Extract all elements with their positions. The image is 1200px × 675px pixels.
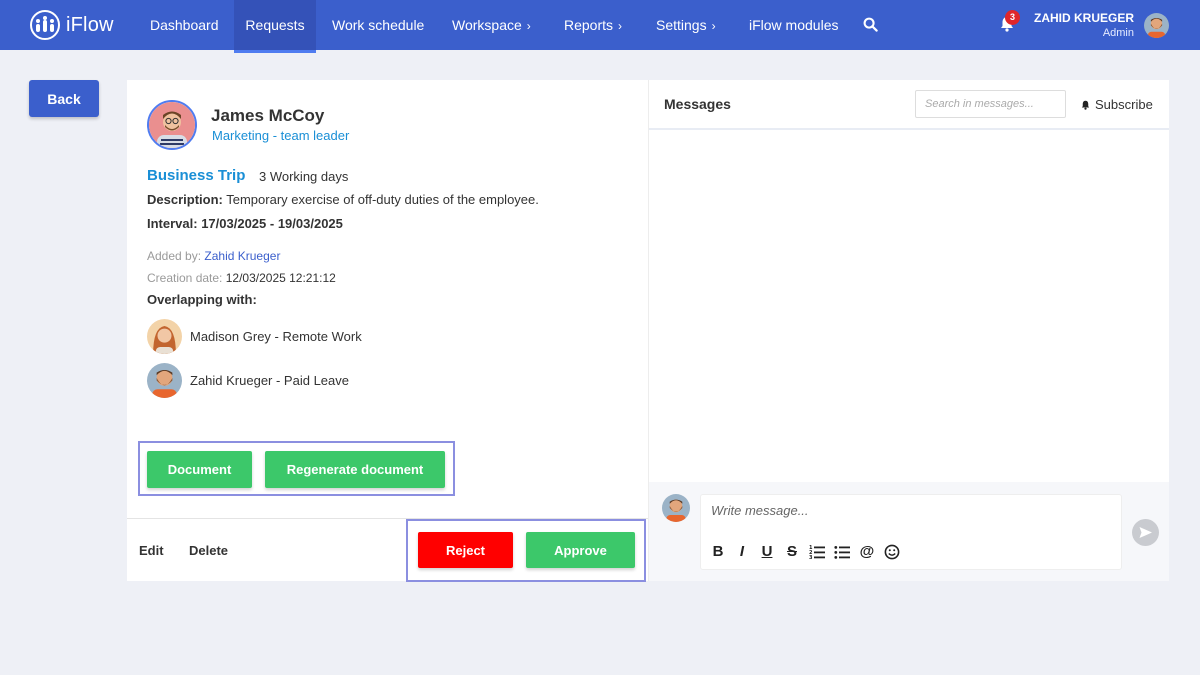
overlap-item: Madison Grey - Remote Work — [147, 318, 362, 354]
strikethrough-icon[interactable]: S — [784, 544, 800, 560]
subscribe-label: Subscribe — [1095, 97, 1153, 112]
overlap-text: Zahid Krueger - Paid Leave — [190, 372, 349, 388]
bullet-list-icon[interactable] — [834, 544, 850, 560]
bold-icon[interactable]: B — [710, 544, 726, 560]
mention-icon[interactable]: @ — [859, 544, 875, 560]
nav-iflow-modules[interactable]: iFlow modules — [749, 0, 838, 50]
messages-title: Messages — [664, 96, 731, 112]
chevron-right-icon: › — [526, 19, 531, 33]
underline-icon[interactable]: U — [759, 544, 775, 560]
nav-workspace[interactable]: Workspace › — [452, 0, 531, 50]
iflow-logo-icon — [30, 10, 60, 40]
interval-label: Interval: — [147, 216, 198, 231]
svg-text:3: 3 — [809, 555, 813, 560]
messages-header-divider — [649, 128, 1169, 130]
delete-link[interactable]: Delete — [189, 543, 228, 558]
employee-role: Marketing - team leader — [212, 128, 350, 143]
send-button[interactable] — [1132, 519, 1159, 546]
description-line: Description: Temporary exercise of off-d… — [147, 192, 539, 207]
nav-settings[interactable]: Settings › — [656, 0, 716, 50]
request-duration: 3 Working days — [259, 169, 349, 184]
overlap-label: Overlapping with: — [147, 292, 257, 307]
messages-panel: Messages Subscribe B I U S 1 — [648, 80, 1169, 581]
messages-search-input[interactable] — [915, 90, 1066, 118]
regenerate-document-button[interactable]: Regenerate document — [265, 451, 445, 488]
nav-requests[interactable]: Requests — [234, 0, 316, 53]
creation-date-value: 12/03/2025 12:21:12 — [225, 271, 336, 285]
nav-dashboard[interactable]: Dashboard — [150, 0, 219, 50]
chevron-right-icon: › — [618, 19, 623, 33]
added-by-line: Added by: Zahid Krueger — [147, 249, 280, 263]
app-name: iFlow — [66, 13, 114, 36]
request-details-card: James McCoy Marketing - team leader Busi… — [127, 80, 648, 582]
description-label: Description: — [147, 192, 223, 207]
request-type: Business Trip — [147, 167, 246, 184]
overlap-text: Madison Grey - Remote Work — [190, 328, 362, 344]
creation-date-line: Creation date: 12/03/2025 12:21:12 — [147, 271, 336, 285]
search-icon[interactable] — [863, 17, 878, 32]
employee-avatar — [147, 100, 197, 150]
overlap-avatar — [147, 362, 182, 398]
overlap-line: Overlapping with: — [147, 292, 257, 307]
creation-date-label: Creation date: — [147, 271, 223, 285]
user-avatar[interactable] — [1144, 13, 1169, 38]
composer-box: B I U S 1 2 3 @ — [700, 494, 1122, 570]
subscribe-button[interactable]: Subscribe — [1080, 97, 1153, 112]
italic-icon[interactable]: I — [734, 544, 750, 560]
edit-link[interactable]: Edit — [139, 543, 164, 558]
app-logo[interactable]: iFlow — [30, 10, 114, 40]
user-role: Admin — [1102, 27, 1134, 39]
top-navbar: iFlow Dashboard Requests Work schedule W… — [0, 0, 1200, 53]
added-by-link[interactable]: Zahid Krueger — [204, 249, 280, 263]
ordered-list-icon[interactable]: 1 2 3 — [809, 544, 825, 560]
user-name[interactable]: ZAHID KRUEGER — [1034, 11, 1134, 25]
interval-line: Interval: 17/03/2025 - 19/03/2025 — [147, 216, 343, 231]
nav-work-schedule[interactable]: Work schedule — [332, 0, 424, 50]
message-input[interactable] — [711, 503, 1111, 518]
overlap-avatar — [147, 318, 182, 354]
interval-value: 17/03/2025 - 19/03/2025 — [201, 216, 343, 231]
notification-badge: 3 — [1005, 10, 1020, 25]
nav-reports[interactable]: Reports › — [564, 0, 622, 50]
description-text: Temporary exercise of off-duty duties of… — [226, 192, 539, 207]
back-button[interactable]: Back — [29, 80, 99, 117]
bell-icon — [1081, 100, 1090, 110]
overlap-item: Zahid Krueger - Paid Leave — [147, 362, 349, 398]
chevron-right-icon: › — [711, 19, 716, 33]
composer-avatar — [662, 494, 690, 522]
reject-button[interactable]: Reject — [418, 532, 513, 568]
message-composer: B I U S 1 2 3 @ — [649, 482, 1169, 581]
approve-button[interactable]: Approve — [526, 532, 635, 568]
employee-name: James McCoy — [211, 106, 325, 125]
added-by-label: Added by: — [147, 249, 202, 263]
document-button[interactable]: Document — [147, 451, 252, 488]
emoji-icon[interactable] — [884, 544, 900, 560]
send-icon — [1139, 527, 1152, 538]
